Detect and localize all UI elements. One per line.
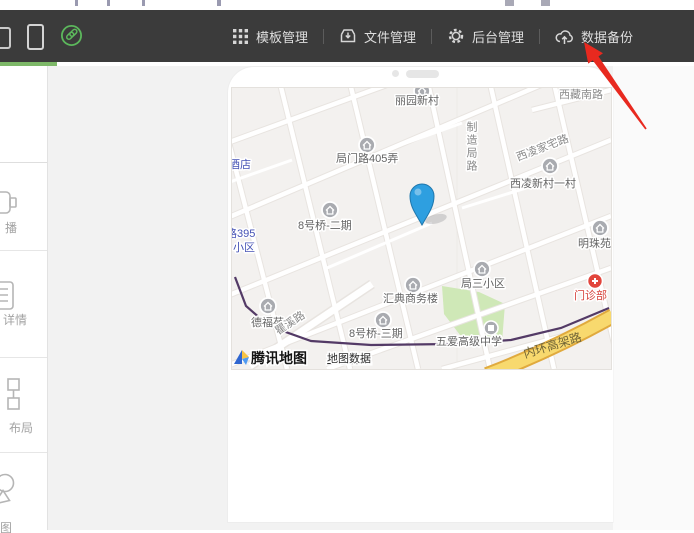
poi-house-icon [260, 298, 276, 314]
phone-camera-dot [392, 70, 399, 77]
poi-building-icon [405, 277, 421, 293]
map-label: 门诊部 [574, 288, 607, 302]
poi-house-icon [474, 261, 490, 277]
map-label: 8号桥-三期 [349, 327, 403, 340]
editor-content-area: 播 详情 布局 图 [0, 66, 694, 530]
menu-item-file-manage[interactable]: 文件管理 [339, 27, 416, 46]
poi-school-icon [484, 321, 498, 335]
sidebar-item-label: 详情 [3, 311, 27, 328]
map-label: 酒店 [232, 157, 251, 171]
map-label: 局门路405弄 [336, 151, 398, 165]
carousel-icon [0, 187, 19, 221]
gear-icon [447, 27, 465, 45]
detail-doc-icon [0, 279, 21, 313]
menu-item-data-backup[interactable]: 数据备份 [555, 27, 633, 46]
cutoff-artifact [107, 0, 110, 6]
poi-house-icon [375, 312, 391, 328]
map-label: 汇典商务楼 [383, 291, 438, 305]
right-gutter [613, 66, 694, 530]
map-road-label: 制造局路 [465, 121, 478, 173]
sidebar-item-layout[interactable]: 布局 [0, 358, 47, 453]
toolbar-menu: 模板管理 文件管理 后台管理 [232, 10, 633, 62]
poi-clinic-icon [588, 274, 603, 289]
layout-icon [0, 376, 30, 412]
file-icon [339, 27, 357, 45]
map-label: 路395 [232, 227, 255, 240]
link-icon[interactable] [60, 24, 83, 47]
menu-item-template-manage[interactable]: 模板管理 [232, 27, 308, 46]
tencent-map: 丽园新村 局门路405弄 酒店 8号桥-二期 路395 小区 汇典商务楼 德福苑… [232, 88, 611, 369]
sidebar-item-detail[interactable]: 详情 [0, 251, 47, 358]
sidebar-item-carousel[interactable]: 播 [0, 163, 47, 251]
menu-item-label: 文件管理 [364, 27, 416, 46]
map-provider-brand: 腾讯地图 [251, 350, 307, 366]
top-toolbar: 模板管理 文件管理 后台管理 [0, 10, 694, 62]
toolbar-separator [539, 29, 540, 44]
map-label: 西凌新村一村 [510, 176, 576, 190]
map-label: 小区 [233, 241, 255, 254]
grid-icon [232, 28, 249, 45]
poi-house-icon [322, 202, 338, 218]
phone-preview-canvas: 丽园新村 局门路405弄 酒店 8号桥-二期 路395 小区 汇典商务楼 德福苑… [228, 67, 613, 522]
toolbar-left-tools [0, 10, 230, 62]
sidebar-item-blank [0, 66, 47, 163]
map-widget[interactable]: 丽园新村 局门路405弄 酒店 8号桥-二期 路395 小区 汇典商务楼 德福苑… [231, 87, 612, 370]
map-attribution: 腾讯地图 地图数据 [234, 350, 371, 366]
cloud-upload-icon [555, 28, 574, 45]
monitor-icon[interactable] [0, 27, 11, 49]
map-label: 明珠苑 [578, 236, 611, 250]
map-pin-outline-icon [0, 472, 22, 508]
menu-item-label: 模板管理 [256, 27, 308, 46]
menu-item-label: 数据备份 [581, 27, 633, 46]
component-sidebar: 播 详情 布局 图 [0, 66, 48, 530]
menu-item-backend-manage[interactable]: 后台管理 [447, 27, 524, 46]
sidebar-item-map[interactable]: 图 [0, 453, 47, 533]
map-label: 8号桥-二期 [298, 219, 352, 232]
cutoff-artifact [217, 0, 221, 6]
cutoff-artifact [505, 0, 514, 6]
cutoff-artifact [142, 0, 145, 6]
map-label: 丽园新村 [395, 93, 439, 107]
map-label: 局三小区 [461, 277, 505, 290]
toolbar-separator [431, 29, 432, 44]
toolbar-separator [323, 29, 324, 44]
map-road-label: 西藏南路 [559, 88, 603, 101]
sidebar-item-label: 播 [5, 219, 17, 236]
sidebar-item-label: 布局 [9, 419, 33, 436]
phone-speaker-pill [406, 70, 439, 78]
menu-item-label: 后台管理 [472, 27, 524, 46]
sidebar-item-label: 图 [0, 519, 12, 533]
cutoff-artifact [75, 0, 78, 6]
phone-view-icon[interactable] [27, 24, 44, 50]
poi-house-icon [542, 158, 558, 174]
poi-house-icon [592, 220, 608, 236]
cutoff-artifact [541, 0, 550, 6]
map-label: 五爱高级中学 [436, 334, 502, 348]
map-data-link[interactable]: 地图数据 [327, 351, 371, 365]
pin-highlight [415, 189, 422, 196]
poi-house-icon [359, 137, 375, 153]
